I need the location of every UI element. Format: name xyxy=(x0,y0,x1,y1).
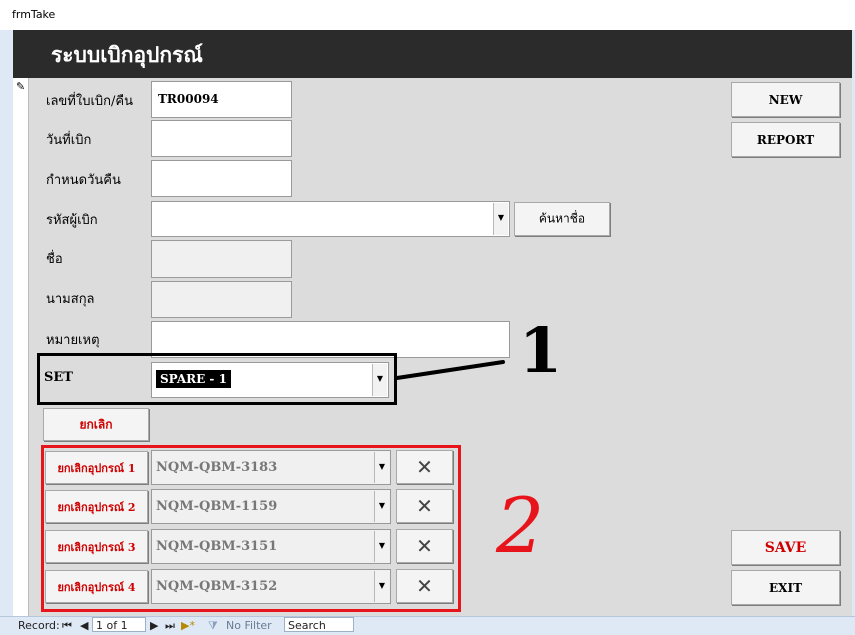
annotation-arrow-1 xyxy=(395,360,505,380)
record-label: Record: xyxy=(18,619,60,632)
search-placeholder: Search xyxy=(288,619,326,632)
first-record-icon[interactable]: ⏮ xyxy=(62,619,72,633)
annotation-number-1: 1 xyxy=(519,314,562,387)
annotation-number-2: 2 xyxy=(495,481,544,570)
search-input[interactable]: Search xyxy=(284,617,354,632)
no-filter-label[interactable]: No Filter xyxy=(226,619,272,632)
previous-record-icon[interactable]: ◀ xyxy=(80,619,88,632)
record-position-value: 1 of 1 xyxy=(96,619,128,632)
annotation-layer: 1 2 xyxy=(395,314,562,570)
record-navigation-bar: Record: ⏮ ◀ 1 of 1 ▶ ⏭ ▶* ⧩ No Filter Se… xyxy=(0,616,855,635)
next-record-icon[interactable]: ▶ xyxy=(150,619,158,632)
last-record-icon[interactable]: ⏭ xyxy=(165,619,175,633)
record-position-field[interactable]: 1 of 1 xyxy=(92,617,146,632)
new-record-icon[interactable]: ▶* xyxy=(181,619,195,632)
filter-icon[interactable]: ⧩ xyxy=(208,619,218,633)
